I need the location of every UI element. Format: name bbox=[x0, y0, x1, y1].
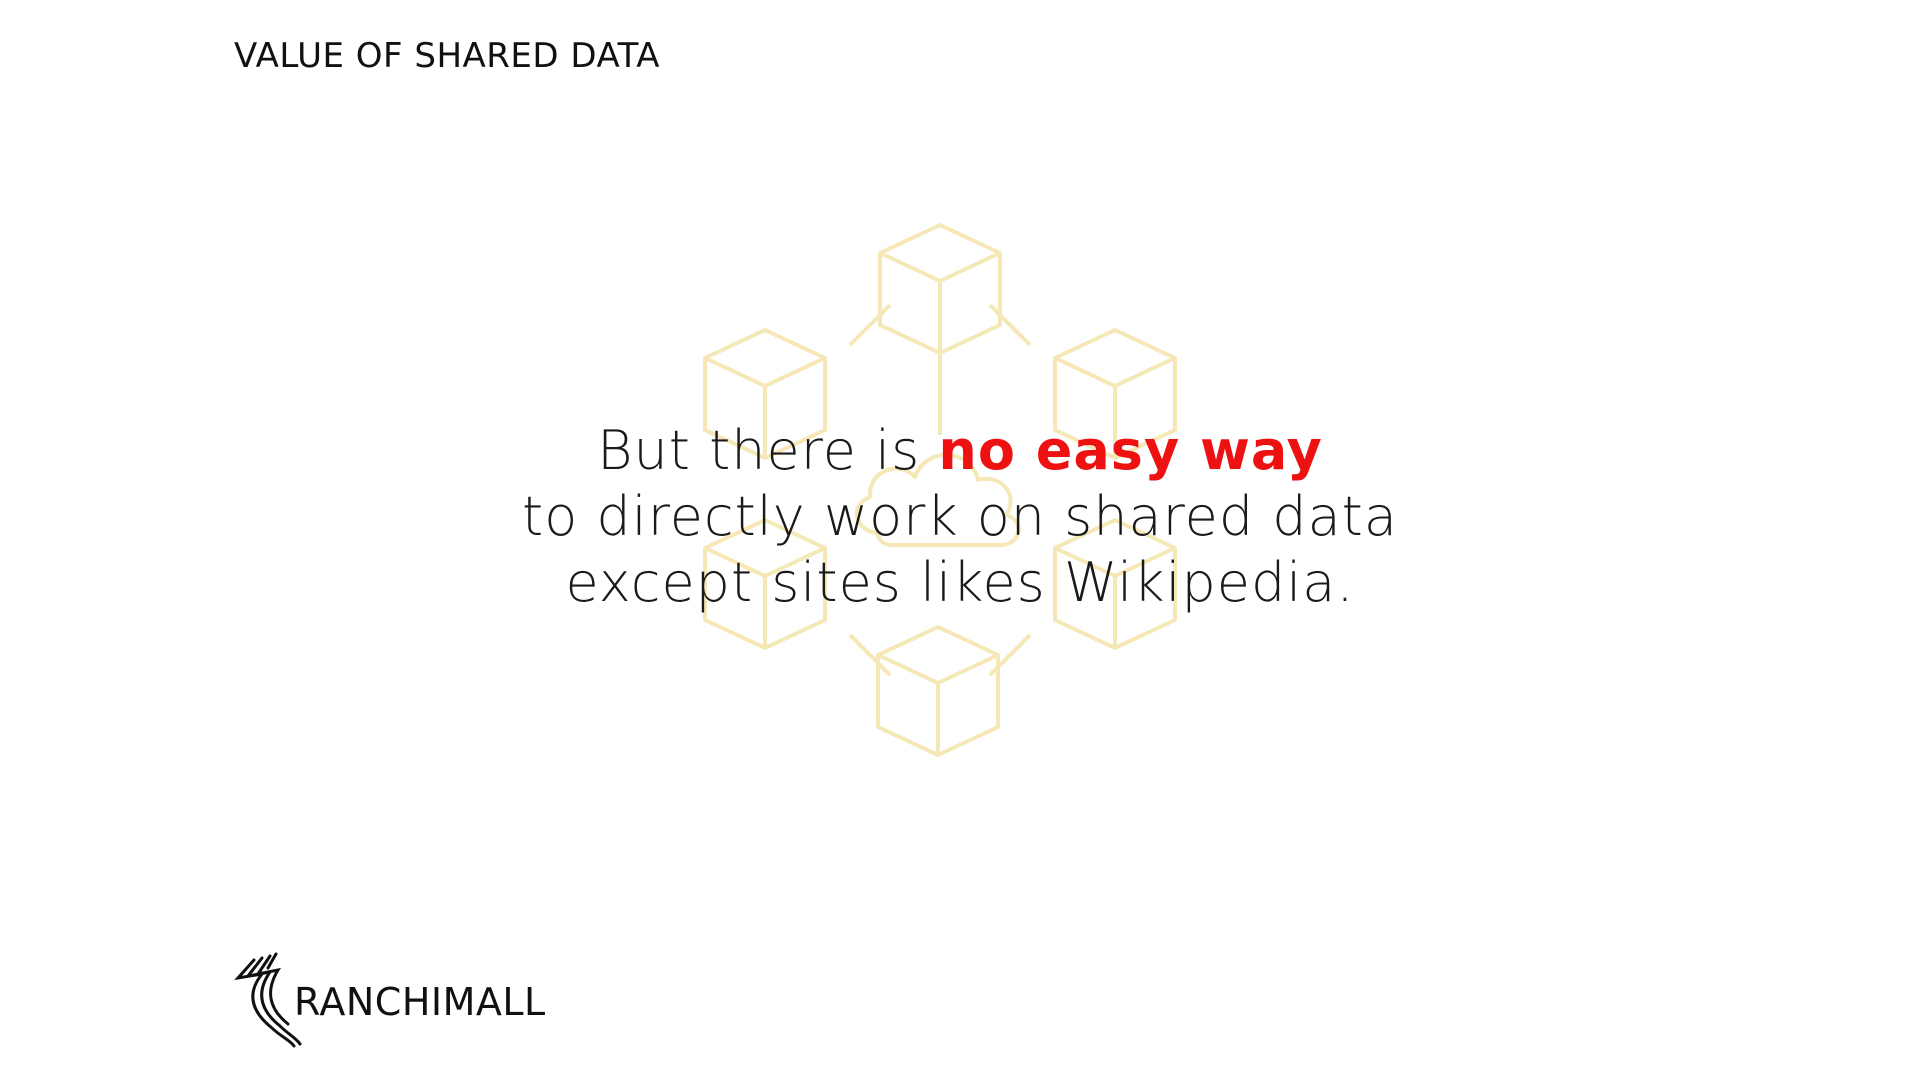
slide: VALUE OF SHARED DATA But there is no eas… bbox=[0, 0, 1920, 1080]
message-highlight: no easy way bbox=[938, 419, 1323, 482]
ranchimall-logo: RANCHIMALL bbox=[232, 950, 545, 1060]
logo-text: RANCHIMALL bbox=[294, 980, 546, 1024]
message-prefix: But there is bbox=[597, 419, 939, 482]
message-line-3: except sites likes Wikipedia. bbox=[565, 551, 1355, 614]
message-line-1: But there is no easy way bbox=[460, 418, 1460, 484]
main-message: But there is no easy way to directly wor… bbox=[460, 418, 1460, 616]
slide-title: VALUE OF SHARED DATA bbox=[234, 36, 660, 76]
message-line-2: to directly work on shared data bbox=[522, 485, 1398, 548]
